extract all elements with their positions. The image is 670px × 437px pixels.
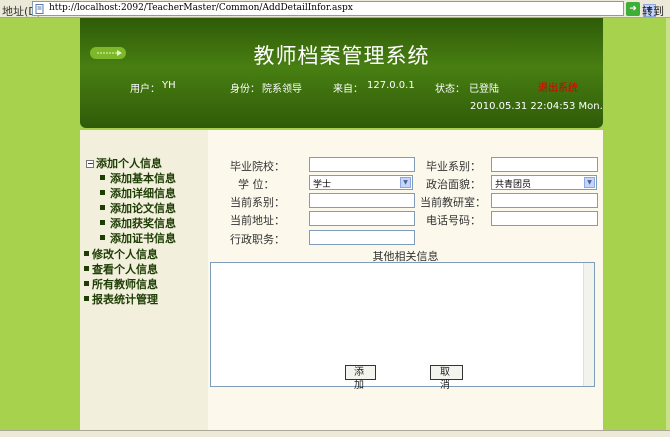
sidebar-item-all-teachers[interactable]: 所有教师信息 <box>84 276 158 292</box>
bullet-icon <box>84 266 89 271</box>
degree-select[interactable]: 学士 ▼ <box>309 175 413 190</box>
form-panel: 毕业院校： 毕业系别： 学 位： 学士 ▼ 政治面貌： 共青团员 ▼ 当前系别：… <box>208 130 603 430</box>
sidebar-subitem-label: 添加获奖信息 <box>110 217 176 230</box>
status-value: 已登陆 <box>469 84 499 95</box>
cur-address-label: 当前地址： <box>230 214 285 227</box>
political-select[interactable]: 共青团员 ▼ <box>491 175 597 190</box>
sidebar-item-add-personal[interactable]: − 添加个人信息 <box>86 155 162 171</box>
bullet-icon <box>100 175 105 180</box>
role-value: 院系领导 <box>262 84 302 95</box>
bullet-icon <box>84 251 89 256</box>
address-url: http://localhost:2092/TeacherMaster/Comm… <box>49 3 353 13</box>
status-bar <box>0 430 670 437</box>
cur-dept-input[interactable] <box>309 193 415 208</box>
cur-dept-label: 当前系别： <box>230 196 285 209</box>
from-label: 来自： <box>333 84 363 95</box>
datetime: 2010.05.31 22:04:53 Mon. <box>470 101 603 112</box>
go-label: 转到 <box>642 5 664 18</box>
content-area: − 添加个人信息 添加基本信息 添加详细信息 添加论文信息 添加获奖信息 添加证书… <box>80 130 603 430</box>
political-label: 政治面貌： <box>426 178 481 191</box>
degree-value: 学士 <box>313 180 332 190</box>
user-value: YH <box>162 80 176 91</box>
user-label: 用户： <box>130 84 160 95</box>
from-value: 127.0.0.1 <box>367 80 415 91</box>
page-title: 教师档案管理系统 <box>253 44 430 68</box>
cur-office-input[interactable] <box>491 193 598 208</box>
go-arrow-icon: ➜ <box>626 2 640 16</box>
address-bar: 地址(D) http://localhost:2092/TeacherMaste… <box>0 0 670 18</box>
sidebar-subitem-label: 添加详细信息 <box>110 187 176 200</box>
window-scrollbar[interactable] <box>666 18 670 430</box>
sidebar-subitem-basic[interactable]: 添加基本信息 <box>100 170 176 186</box>
phone-label: 电话号码： <box>426 214 481 227</box>
logout-link[interactable]: 退出系统 <box>538 79 578 94</box>
admin-post-label: 行政职务： <box>230 233 285 246</box>
bullet-icon <box>100 235 105 240</box>
role-label: 身份： <box>230 84 260 95</box>
chevron-down-icon[interactable]: ▼ <box>400 177 411 188</box>
sidebar-subitem-label: 添加证书信息 <box>110 232 176 245</box>
chevron-down-icon[interactable]: ▼ <box>584 177 595 188</box>
collapse-icon[interactable]: − <box>86 160 94 168</box>
sidebar-subitem-label: 添加论文信息 <box>110 202 176 215</box>
cancel-button[interactable]: 取 消 <box>430 365 463 391</box>
page-icon <box>35 4 44 14</box>
bullet-icon <box>100 190 105 195</box>
grad-school-input[interactable] <box>309 157 415 172</box>
sidebar-item-label: 查看个人信息 <box>92 263 158 276</box>
cur-office-label: 当前教研室： <box>420 196 486 209</box>
sidebar-subitem-label: 添加基本信息 <box>110 172 176 185</box>
sidebar-subitem-certificate[interactable]: 添加证书信息 <box>100 230 176 246</box>
add-button[interactable]: 添 加 <box>345 365 376 391</box>
site-header: 教师档案管理系统 用户： YH 身份： 院系领导 来自： 127.0.0.1 状… <box>80 18 603 128</box>
sidebar-subitem-detail[interactable]: 添加详细信息 <box>100 185 176 201</box>
sidebar-item-label: 修改个人信息 <box>92 248 158 261</box>
bullet-icon <box>100 205 105 210</box>
political-value: 共青团员 <box>495 180 532 190</box>
sidebar-item-modify-personal[interactable]: 修改个人信息 <box>84 246 158 262</box>
grad-dept-input[interactable] <box>491 157 598 172</box>
grad-school-label: 毕业院校： <box>230 160 285 173</box>
sidebar-item-view-personal[interactable]: 查看个人信息 <box>84 261 158 277</box>
go-button[interactable]: ➜ 转到 <box>626 1 668 18</box>
phone-input[interactable] <box>491 211 598 226</box>
sidebar-item-label: 添加个人信息 <box>96 157 162 170</box>
sidebar-item-label: 所有教师信息 <box>92 278 158 291</box>
bullet-icon <box>84 281 89 286</box>
degree-label: 学 位： <box>238 178 275 191</box>
cur-address-input[interactable] <box>309 211 415 226</box>
sidebar-item-label: 报表统计管理 <box>92 293 158 306</box>
sidebar-subitem-award[interactable]: 添加获奖信息 <box>100 215 176 231</box>
grad-dept-label: 毕业系别： <box>426 160 481 173</box>
sidebar-item-reports[interactable]: 报表统计管理 <box>84 291 158 307</box>
bullet-icon <box>100 220 105 225</box>
scrollbar[interactable] <box>583 263 594 386</box>
address-input[interactable]: http://localhost:2092/TeacherMaster/Comm… <box>32 1 656 17</box>
admin-post-input[interactable] <box>309 230 415 245</box>
status-label: 状态： <box>435 84 465 95</box>
bullet-icon <box>84 296 89 301</box>
sidebar-subitem-paper[interactable]: 添加论文信息 <box>100 200 176 216</box>
sidebar: − 添加个人信息 添加基本信息 添加详细信息 添加论文信息 添加获奖信息 添加证书… <box>80 130 208 430</box>
other-info-textarea[interactable] <box>210 262 595 387</box>
